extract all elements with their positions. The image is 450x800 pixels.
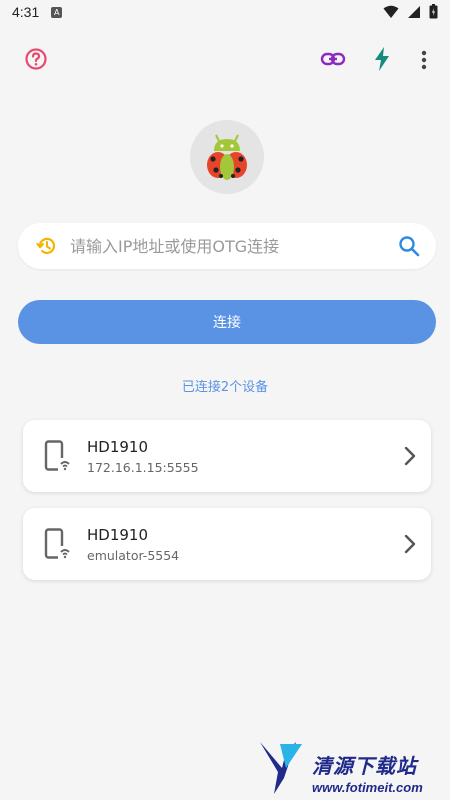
- flash-button[interactable]: [372, 46, 392, 72]
- device-name: HD1910: [87, 438, 149, 456]
- link-icon: [320, 52, 346, 66]
- help-button[interactable]: [24, 47, 48, 71]
- wireless-phone-icon: [44, 528, 72, 559]
- watermark: 清源下载站 www.fotimeit.com: [256, 738, 446, 798]
- ladybug-android-icon: [207, 134, 247, 180]
- help-circle-icon: [25, 48, 47, 70]
- more-vertical-icon: [421, 50, 427, 70]
- signal-icon: [408, 5, 420, 18]
- device-item[interactable]: HD1910 emulator-5554: [23, 508, 431, 580]
- watermark-logo-icon: [260, 742, 302, 794]
- device-address: emulator-5554: [87, 548, 180, 563]
- wifi-icon: [383, 5, 399, 18]
- chevron-right-icon: [404, 446, 416, 466]
- app-logo: [190, 120, 264, 194]
- device-address: 172.16.1.15:5555: [87, 460, 199, 475]
- status-time: 4:31: [12, 4, 40, 20]
- flash-icon: [375, 47, 389, 71]
- more-options-button[interactable]: [414, 48, 434, 72]
- connect-button[interactable]: 连接: [18, 300, 436, 344]
- notification-icon: A: [51, 6, 63, 18]
- status-bar: 4:31 A: [0, 0, 450, 24]
- device-item[interactable]: HD1910 172.16.1.15:5555: [23, 420, 431, 492]
- connected-device-count: 已连接2个设备: [181, 380, 269, 395]
- watermark-url: www.fotimeit.com: [312, 780, 423, 795]
- search-icon[interactable]: [398, 235, 420, 257]
- chevron-right-icon: [404, 534, 416, 554]
- device-name: HD1910: [87, 526, 149, 544]
- wireless-phone-icon: [44, 440, 72, 471]
- address-search-box: [18, 223, 436, 269]
- status-icons: [383, 4, 438, 19]
- history-icon[interactable]: [36, 235, 58, 257]
- watermark-title: 清源下载站: [312, 754, 417, 778]
- ip-address-input[interactable]: [70, 231, 390, 261]
- battery-icon: [429, 4, 438, 19]
- link-button[interactable]: [320, 48, 346, 70]
